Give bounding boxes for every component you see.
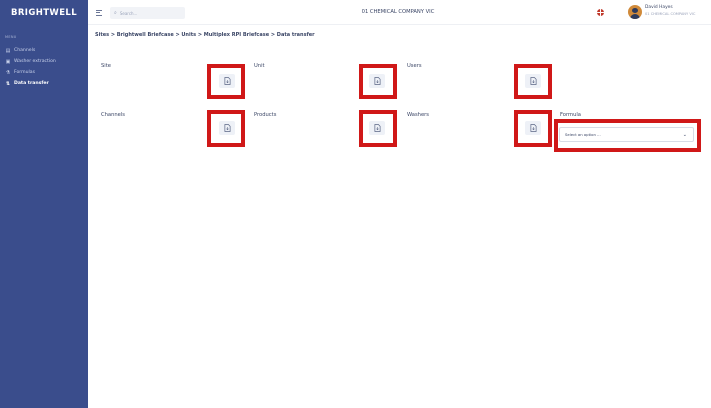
company-title: 01 CHEMICAL COMPANY VIC — [361, 9, 435, 15]
search-placeholder: Search... — [119, 10, 138, 16]
search-input[interactable]: ⌕ Search... — [110, 7, 185, 19]
formulas-icon: ⚗ — [5, 69, 11, 76]
sidebar-nav: ▤ Channels ▣ Washer extraction ⚗ Formula… — [0, 45, 88, 89]
highlight-box — [514, 110, 552, 147]
search-icon: ⌕ — [114, 10, 117, 16]
sidebar-item-formulas[interactable]: ⚗ Formulas — [0, 67, 88, 78]
breadcrumb[interactable]: Sites > Brightwell Briefcase > Units > M… — [95, 32, 315, 38]
highlight-box — [207, 110, 245, 147]
sidebar-item-washer-extraction[interactable]: ▣ Washer extraction — [0, 56, 88, 67]
card-label: Users — [407, 63, 422, 69]
highlight-box — [514, 64, 552, 99]
highlight-box — [359, 110, 397, 147]
card-label: Products — [254, 112, 277, 118]
avatar[interactable] — [628, 5, 642, 19]
sidebar-item-label: Formulas — [14, 70, 35, 75]
brand-logo[interactable]: BRIGHTWELL — [0, 0, 88, 25]
sidebar-item-label: Channels — [14, 48, 36, 53]
card-label: Channels — [101, 112, 125, 118]
sidebar-item-data-transfer[interactable]: ⇅ Data transfer — [0, 78, 88, 89]
card-label: Washers — [407, 112, 429, 118]
language-flag-icon[interactable] — [597, 9, 604, 16]
sidebar-item-label: Data transfer — [14, 81, 49, 86]
highlight-box — [207, 64, 245, 99]
sidebar-item-channels[interactable]: ▤ Channels — [0, 45, 88, 56]
transfer-icon: ⇅ — [5, 80, 11, 87]
card-label: Site — [101, 63, 111, 69]
sidebar: BRIGHTWELL MENU ▤ Channels ▣ Washer extr… — [0, 0, 88, 408]
card-label: Formula — [560, 112, 581, 118]
menu-toggle-icon[interactable] — [96, 10, 102, 17]
sidebar-item-label: Washer extraction — [14, 59, 56, 64]
highlight-box — [554, 119, 701, 152]
top-bar: ⌕ Search... 01 CHEMICAL COMPANY VIC Davi… — [88, 0, 711, 25]
highlight-box — [359, 64, 397, 99]
user-name[interactable]: David Hayes — [645, 5, 673, 10]
menu-header: MENU — [5, 35, 17, 39]
card-label: Unit — [254, 63, 265, 69]
user-company: 01 CHEMICAL COMPANY VIC — [645, 12, 696, 16]
washer-icon: ▣ — [5, 58, 11, 65]
channels-icon: ▤ — [5, 47, 11, 54]
